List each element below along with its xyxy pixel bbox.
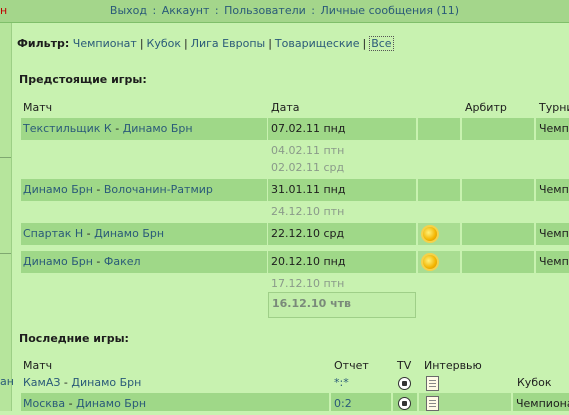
- upcoming-title: Предстоящие игры:: [19, 73, 147, 86]
- tournament-cell: Чемп: [539, 122, 569, 135]
- weather-sun-icon: [423, 255, 437, 269]
- team-home-link[interactable]: Москва: [23, 397, 65, 410]
- team-home-link[interactable]: Спартак Н: [23, 227, 83, 240]
- weather-sun-icon: [423, 227, 437, 241]
- filter-bar: Фильтр: Чемпионат | Кубок | Лига Европы | Това…: [17, 36, 394, 51]
- match-date: 31.01.11 пнд: [271, 183, 346, 196]
- col-header-interview: Интервью: [424, 359, 482, 372]
- interview-icon[interactable]: [426, 396, 439, 411]
- team-home-link[interactable]: КамАЗ: [23, 376, 60, 389]
- divider: [0, 253, 11, 254]
- match-report-link[interactable]: 0:2: [334, 393, 352, 415]
- recent-title: Последние игры:: [19, 332, 129, 345]
- col-header-match: Матч: [23, 101, 53, 114]
- col-header-referee: Арбитр: [465, 101, 507, 114]
- tournament-cell: Чемп: [539, 255, 569, 268]
- top-bar: н Выход : Аккаунт : Пользователи : Личны…: [0, 0, 569, 23]
- col-header-tv: TV: [397, 359, 412, 372]
- free-date: 02.02.11 срд: [271, 161, 345, 174]
- filter-championship[interactable]: Чемпионат: [73, 37, 137, 50]
- tournament-cell: Чемпиона: [516, 397, 569, 410]
- today-date: 16.12.10 чтв: [272, 297, 351, 310]
- team-away-link[interactable]: Факел: [104, 255, 141, 268]
- col-header-report: Отчет: [334, 359, 369, 372]
- filter-all[interactable]: Все: [369, 36, 394, 51]
- filter-friendly[interactable]: Товарищеские: [275, 37, 360, 50]
- tv-icon[interactable]: [398, 397, 411, 410]
- team-home-link[interactable]: Динамо Брн: [23, 183, 93, 196]
- match-date: 20.12.10 пнд: [271, 255, 346, 268]
- team-away-link[interactable]: Динамо Брн: [94, 227, 164, 240]
- team-away-link[interactable]: Динамо Брн: [76, 397, 146, 410]
- team-home-link[interactable]: Текстильщик К: [23, 122, 112, 135]
- col-header-tournament: Турни: [539, 101, 569, 114]
- tournament-cell: Чемп: [539, 227, 569, 240]
- free-date: 24.12.10 птн: [271, 205, 345, 218]
- tv-icon[interactable]: [398, 377, 411, 390]
- logout-link[interactable]: Выход: [110, 4, 147, 17]
- team-away-link[interactable]: Динамо Брн: [71, 376, 141, 389]
- messages-count: (11): [436, 4, 460, 17]
- interview-icon[interactable]: [426, 376, 439, 391]
- top-nav: Выход : Аккаунт : Пользователи : Личные …: [109, 4, 460, 17]
- team-away-link[interactable]: Волочанин-Ратмир: [104, 183, 213, 196]
- tournament-cell: Чемп: [539, 183, 569, 196]
- team-home-link[interactable]: Динамо Брн: [23, 255, 93, 268]
- match-date: 07.02.11 пнд: [271, 122, 346, 135]
- users-link[interactable]: Пользователи: [224, 4, 306, 17]
- sidebar-edge-text: ан: [0, 375, 14, 388]
- col-header-date: Дата: [271, 101, 300, 114]
- divider: [0, 157, 11, 158]
- team-away-link[interactable]: Динамо Брн: [123, 122, 193, 135]
- col-header-match: Матч: [23, 359, 53, 372]
- private-messages-link[interactable]: Личные сообщения: [321, 4, 433, 17]
- filter-cup[interactable]: Кубок: [147, 37, 181, 50]
- match-date: 22.12.10 срд: [271, 227, 345, 240]
- match-report-link[interactable]: *:*: [334, 372, 349, 394]
- account-link[interactable]: Аккаунт: [162, 4, 210, 17]
- tournament-cell: Кубок: [517, 376, 552, 389]
- filter-label: Фильтр:: [17, 37, 70, 50]
- left-sidebar-strip: ан: [0, 23, 14, 411]
- filter-europa-league[interactable]: Лига Европы: [191, 37, 265, 50]
